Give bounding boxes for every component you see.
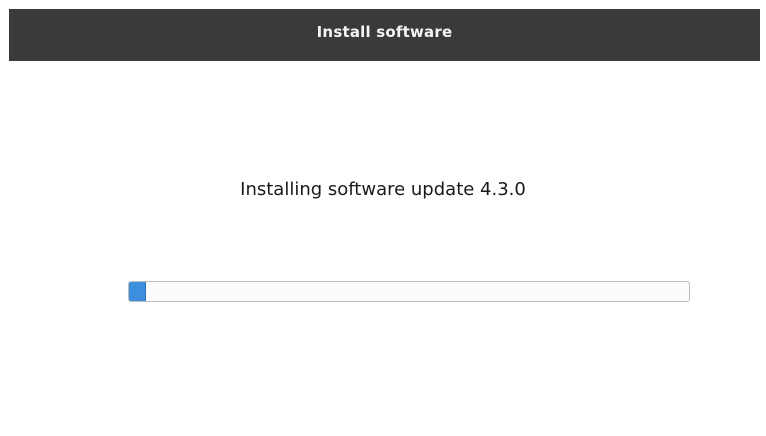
install-screen: Install software Installing software upd… bbox=[0, 0, 766, 436]
install-progress-bar bbox=[128, 281, 690, 302]
install-status-text: Installing software update 4.3.0 bbox=[240, 179, 526, 200]
title-bar: Install software bbox=[9, 9, 760, 61]
install-progress-fill bbox=[129, 282, 146, 301]
window-title: Install software bbox=[316, 23, 453, 41]
